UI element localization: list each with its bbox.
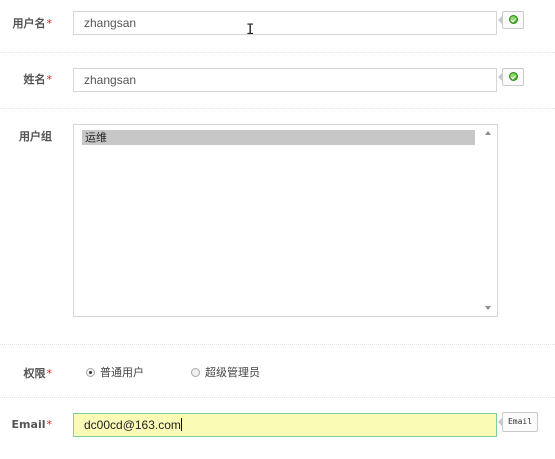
username-valid-badge [498, 11, 524, 29]
permission-radio-normal-label[interactable]: 普通用户 [100, 366, 144, 380]
username-label: 用户名* [12, 17, 53, 30]
scroll-down-arrow-icon[interactable] [485, 306, 491, 310]
required-mark: * [46, 73, 53, 86]
group-label: 用户组 [19, 130, 52, 143]
permission-radio-admin[interactable] [191, 368, 200, 377]
group-option[interactable]: 运维 [82, 130, 475, 145]
text-cursor-icon: I [246, 22, 255, 38]
fullname-label: 姓名* [23, 73, 53, 86]
email-label: Email* [11, 418, 53, 431]
row-separator [0, 52, 555, 53]
permission-radio-normal[interactable] [86, 368, 95, 377]
email-input[interactable]: dc00cd@163.com [73, 413, 497, 437]
permission-radio-admin-label[interactable]: 超级管理员 [205, 366, 260, 380]
required-mark: * [46, 367, 53, 380]
check-circle-icon [509, 72, 518, 81]
required-mark: * [46, 17, 53, 30]
username-input[interactable]: zhangsan [73, 11, 497, 35]
text-caret [180, 418, 182, 431]
required-mark: * [46, 418, 53, 431]
row-separator [0, 344, 555, 345]
email-hint-badge: Email [498, 412, 538, 432]
row-separator [0, 397, 555, 398]
check-circle-icon [509, 15, 518, 24]
permission-label: 权限* [23, 367, 53, 380]
fullname-input[interactable]: zhangsan [73, 68, 497, 92]
scroll-up-arrow-icon[interactable] [485, 131, 491, 135]
row-separator [0, 108, 555, 109]
group-listbox[interactable]: 运维 [73, 124, 498, 317]
fullname-valid-badge [498, 68, 524, 86]
